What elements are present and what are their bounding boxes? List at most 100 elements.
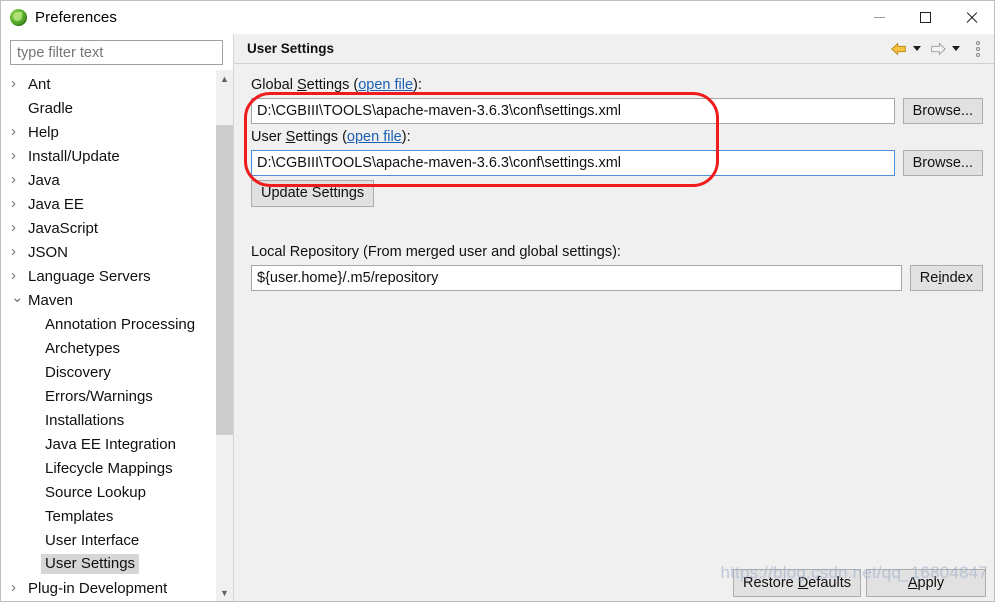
page-title: User Settings — [247, 41, 335, 56]
apply-button[interactable]: Apply — [866, 568, 986, 597]
title-bar: Preferences — [1, 1, 994, 34]
global-settings-label-suffix: ettings ( — [306, 77, 359, 93]
reindex-label-prefix: Re — [919, 270, 939, 286]
sidebar-item-label: Annotation Processing — [45, 315, 196, 333]
minimize-icon[interactable] — [856, 1, 902, 34]
maximize-icon[interactable] — [902, 1, 948, 34]
user-settings-input[interactable] — [251, 150, 895, 176]
sidebar-item-lifecycle-mappings[interactable]: Lifecycle Mappings — [1, 456, 215, 480]
user-settings-mnemonic: S — [285, 129, 296, 145]
tree-area: › Ant Gradle › Help › Install/Update › Java › Java… — [1, 70, 233, 601]
user-settings-label-suffix: ettings ( — [295, 129, 347, 145]
sidebar-item-label: Source Lookup — [45, 483, 146, 501]
global-open-file-link[interactable]: open file — [358, 77, 413, 93]
scroll-down-icon[interactable]: ▼ — [216, 584, 233, 601]
sidebar-item-java-ee-integration[interactable]: Java EE Integration — [1, 432, 215, 456]
sidebar-item-user-interface[interactable]: User Interface — [1, 528, 215, 552]
chevron-down-icon[interactable]: ⌄ — [11, 290, 28, 305]
page-header: User Settings — [234, 34, 994, 64]
sidebar-item-source-lookup[interactable]: Source Lookup — [1, 480, 215, 504]
global-settings-label: Global Settings (open file): — [251, 76, 983, 94]
local-repository-row: Reindex — [251, 265, 983, 291]
sidebar-item-label: Installations — [45, 411, 125, 429]
sidebar-item-user-settings[interactable]: User Settings — [1, 552, 215, 576]
update-settings-row: Update Settings — [251, 180, 983, 207]
user-browse-button[interactable]: Browse... — [902, 150, 983, 176]
sidebar-item-java[interactable]: › Java — [1, 168, 215, 192]
local-repository-label: Local Repository (From merged user and g… — [251, 244, 621, 260]
reindex-button[interactable]: Reindex — [909, 265, 983, 291]
sidebar-item-label: Java — [28, 171, 60, 189]
user-settings-label-prefix: User — [251, 129, 286, 145]
sidebar-item-templates[interactable]: Templates — [1, 504, 215, 528]
sidebar-item-label: Archetypes — [45, 339, 121, 357]
sidebar-item-label: Lifecycle Mappings — [45, 459, 173, 477]
restore-label-suffix: efaults — [808, 574, 851, 591]
global-settings-row: Browse... — [251, 98, 983, 124]
apply-label-suffix: pply — [917, 574, 945, 591]
restore-mnemonic: D — [797, 574, 809, 591]
sidebar-scrollbar[interactable]: ▲ ▼ — [215, 70, 233, 601]
page-content: Global Settings (open file): Browse... U… — [234, 64, 994, 564]
sidebar-item-ant[interactable]: › Ant — [1, 72, 215, 96]
sidebar-item-installations[interactable]: Installations — [1, 408, 215, 432]
local-repository-input[interactable] — [251, 265, 902, 291]
dialog-body: ›AntGradle›Help›Install/Update›Java›Java… — [1, 34, 994, 601]
scrollbar-thumb[interactable] — [216, 125, 233, 435]
global-settings-input[interactable] — [251, 98, 895, 124]
search-input[interactable] — [10, 40, 223, 65]
sidebar-item-label: Errors/Warnings — [45, 387, 153, 405]
sidebar-item-javascript[interactable]: › JavaScript — [1, 216, 215, 240]
local-repository-block: Local Repository (From merged user and g… — [251, 243, 983, 291]
forward-arrow-icon — [929, 41, 947, 57]
chevron-right-icon[interactable]: › — [11, 244, 28, 259]
eclipse-icon — [10, 9, 27, 26]
sidebar-item-label: Java EE — [28, 195, 84, 213]
sidebar-item-help[interactable]: › Help — [1, 120, 215, 144]
chevron-right-icon[interactable]: › — [11, 148, 28, 163]
chevron-right-icon[interactable]: › — [11, 268, 28, 283]
scrollbar-track[interactable] — [216, 87, 233, 584]
forward-caret-down-icon[interactable] — [952, 46, 960, 51]
sidebar-item-language-servers[interactable]: › Language Servers — [1, 264, 215, 288]
kebab-menu-icon[interactable] — [972, 40, 984, 58]
sidebar-item-archetypes[interactable]: Archetypes — [1, 336, 215, 360]
sidebar-item-discovery[interactable]: Discovery — [1, 360, 215, 384]
back-arrow-icon[interactable] — [890, 41, 908, 57]
apply-mnemonic: A — [907, 574, 918, 591]
sidebar-item-label: User Interface — [45, 531, 140, 549]
sidebar-item-plug-in-development[interactable]: › Plug-in Development — [1, 576, 215, 600]
restore-label-prefix: Restore — [742, 574, 798, 591]
chevron-right-icon[interactable]: › — [11, 172, 28, 187]
sidebar-item-label: Discovery — [45, 363, 111, 381]
sidebar-item-gradle[interactable]: Gradle — [1, 96, 215, 120]
restore-defaults-button[interactable]: Restore Defaults — [732, 568, 861, 597]
user-settings-row: Browse... — [251, 150, 983, 176]
global-browse-button[interactable]: Browse... — [902, 98, 983, 124]
preferences-tree[interactable]: › Ant Gradle › Help › Install/Update › Java › Java… — [1, 70, 215, 601]
sidebar-item-label: JSON — [28, 243, 69, 261]
scroll-up-icon[interactable]: ▲ — [216, 70, 233, 87]
close-icon[interactable] — [948, 1, 994, 34]
sidebar-item-label: Install/Update — [28, 147, 120, 165]
sidebar-item-java-ee[interactable]: › Java EE — [1, 192, 215, 216]
chevron-right-icon[interactable]: › — [11, 124, 28, 139]
sidebar-item-install-update[interactable]: › Install/Update — [1, 144, 215, 168]
sidebar-item-annotation-processing[interactable]: Annotation Processing — [1, 312, 215, 336]
update-settings-button[interactable]: Update Settings — [251, 180, 375, 207]
sidebar-item-label: Maven — [28, 291, 74, 309]
sidebar-item-maven[interactable]: ⌄ Maven — [1, 288, 215, 312]
user-open-file-link[interactable]: open file — [347, 129, 402, 145]
sidebar-item-label: Help — [28, 123, 59, 141]
sidebar-item-errors-warnings[interactable]: Errors/Warnings — [1, 384, 215, 408]
sidebar-item-json[interactable]: › JSON — [1, 240, 215, 264]
back-caret-down-icon[interactable] — [913, 46, 921, 51]
chevron-right-icon[interactable]: › — [11, 580, 28, 595]
window-title: Preferences — [35, 9, 117, 26]
sidebar-item-label: Ant — [28, 75, 51, 93]
user-settings-label-end: ): — [401, 129, 411, 145]
chevron-right-icon[interactable]: › — [11, 76, 28, 91]
chevron-right-icon[interactable]: › — [11, 220, 28, 235]
reindex-label-suffix: ndex — [941, 270, 973, 286]
chevron-right-icon[interactable]: › — [11, 196, 28, 211]
